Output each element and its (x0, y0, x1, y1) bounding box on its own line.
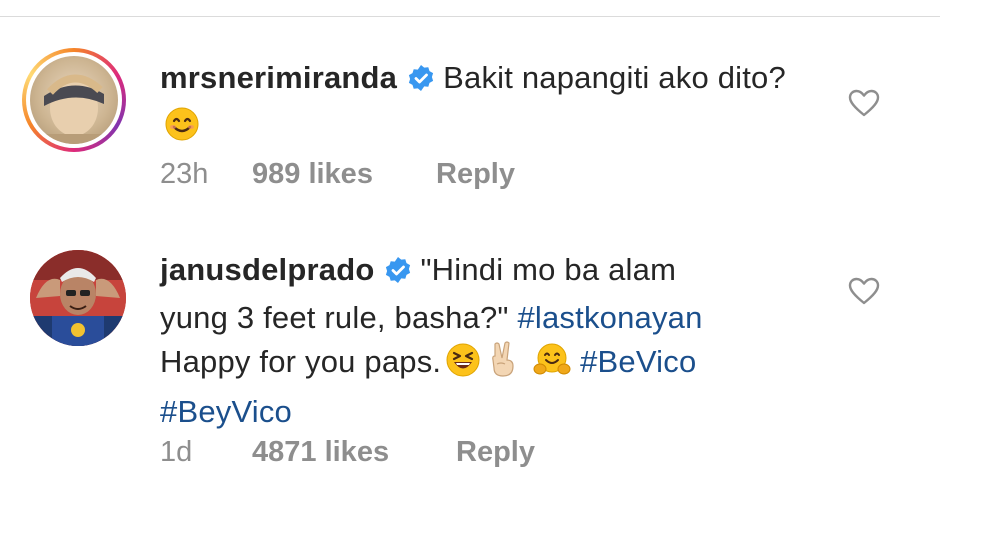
username-link[interactable]: mrsnerimiranda (160, 60, 397, 95)
likes-count-link[interactable]: 4871 likes (252, 436, 456, 469)
comment-text: Happy for you paps. (160, 344, 442, 379)
heart-icon[interactable] (848, 276, 880, 306)
comment-meta: 1d 4871 likes Reply (160, 436, 535, 469)
avatar (30, 250, 126, 346)
username-link[interactable]: janusdelprado (160, 252, 374, 287)
smiling-face-emoji (164, 106, 200, 154)
top-divider (0, 16, 940, 17)
hugging-face-emoji (533, 342, 571, 390)
comment-text: Bakit napangiti ako dito? (443, 60, 786, 95)
likes-count-link[interactable]: 989 likes (252, 158, 436, 191)
comment-timestamp[interactable]: 23h (160, 158, 252, 191)
avatar-story-ring[interactable] (22, 48, 126, 152)
hashtag-link[interactable]: #BeVico (580, 344, 696, 379)
heart-icon[interactable] (848, 88, 880, 118)
verified-badge-icon (384, 252, 412, 296)
hashtag-link[interactable]: #lastkonayan (517, 300, 702, 335)
reply-button[interactable]: Reply (456, 436, 535, 469)
comment-meta: 23h 989 likes Reply (160, 158, 515, 191)
verified-badge-icon (407, 60, 435, 104)
victory-hand-emoji (485, 340, 521, 390)
hashtag-link[interactable]: #BeyVico (160, 394, 292, 429)
comment-timestamp[interactable]: 1d (160, 436, 252, 469)
reply-button[interactable]: Reply (436, 158, 515, 191)
avatar (30, 56, 118, 144)
comment-text: "Hindi mo ba alam (420, 252, 677, 287)
comment-text: yung 3 feet rule, basha?" (160, 300, 509, 335)
avatar-link[interactable] (30, 250, 126, 346)
laughing-face-emoji (445, 342, 481, 390)
